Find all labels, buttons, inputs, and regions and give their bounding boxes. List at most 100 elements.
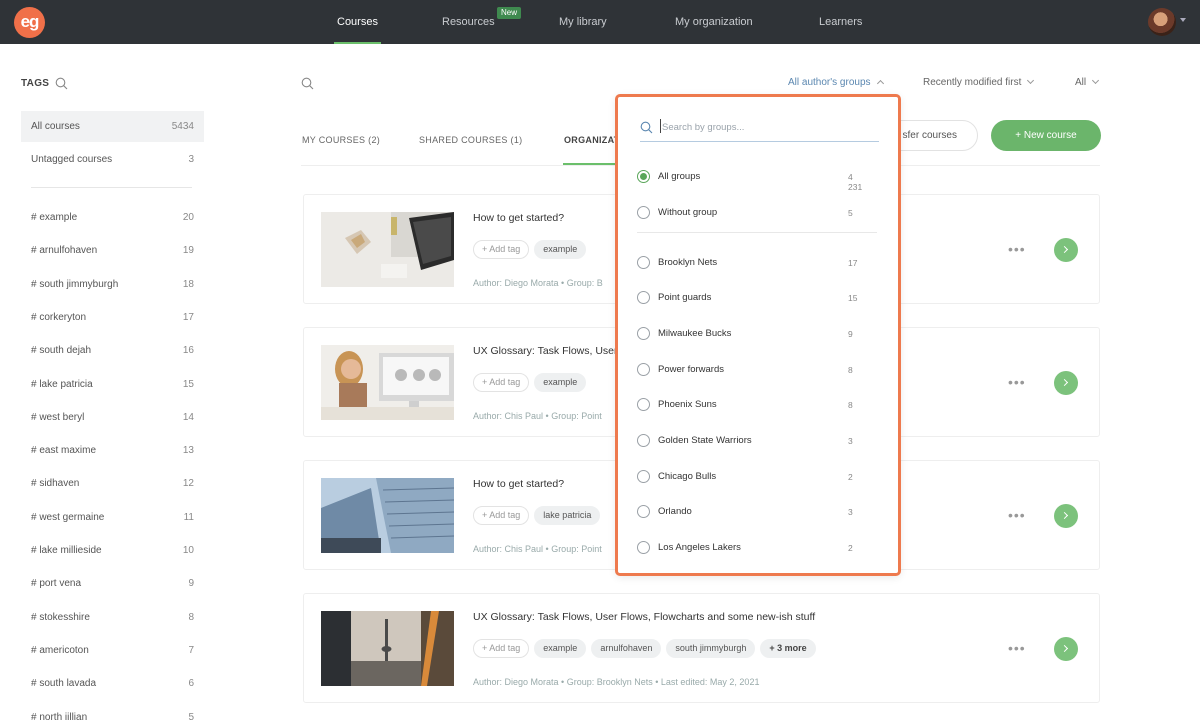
- add-tag-button[interactable]: + Add tag: [473, 639, 530, 658]
- more-tags-chip[interactable]: + 3 more: [760, 639, 816, 658]
- sidebar-tag-item[interactable]: # lake millieside 10: [21, 535, 204, 566]
- group-option-count: 15: [848, 293, 858, 303]
- open-course-button[interactable]: [1054, 637, 1078, 661]
- search-icon[interactable]: [55, 77, 68, 95]
- sidebar-tag-item[interactable]: # lake patricia 15: [21, 369, 204, 400]
- group-option[interactable]: Brooklyn Nets 17: [637, 253, 867, 273]
- course-thumbnail[interactable]: [321, 478, 454, 553]
- course-title[interactable]: How to get started?: [473, 478, 564, 490]
- sidebar-tag-item[interactable]: # americoton 7: [21, 635, 204, 666]
- group-option-label: Point guards: [658, 292, 712, 303]
- sidebar-tag-item[interactable]: # arnulfohaven 19: [21, 235, 204, 266]
- sidebar-tag-item[interactable]: # corkeryton 17: [21, 302, 204, 333]
- sidebar-tag-item[interactable]: # south jimmyburgh 18: [21, 269, 204, 300]
- group-option-count: 9: [848, 329, 853, 339]
- radio-button[interactable]: [637, 541, 650, 554]
- radio-button[interactable]: [637, 327, 650, 340]
- nav-resources[interactable]: Resources: [442, 0, 495, 44]
- course-thumbnail[interactable]: [321, 611, 454, 686]
- tab-shared-courses[interactable]: SHARED COURSES (1): [419, 135, 522, 145]
- add-tag-button[interactable]: + Add tag: [473, 506, 530, 525]
- tab-my-courses[interactable]: MY COURSES (2): [302, 135, 380, 145]
- add-tag-button[interactable]: + Add tag: [473, 240, 530, 259]
- group-option-count: 3: [848, 436, 853, 446]
- nav-learners[interactable]: Learners: [819, 0, 862, 44]
- more-options-icon[interactable]: •••: [1008, 241, 1026, 257]
- sidebar-tag-item[interactable]: # north jillian 5: [21, 702, 204, 720]
- group-option[interactable]: Power forwards 8: [637, 360, 867, 380]
- group-option[interactable]: Phoenix Suns 8: [637, 395, 867, 415]
- tab-organization[interactable]: ORGANIZAT: [564, 135, 620, 145]
- more-options-icon[interactable]: •••: [1008, 640, 1026, 656]
- sidebar-item-count: 15: [182, 378, 194, 390]
- course-meta: Author: Chis Paul • Group: Point: [473, 544, 602, 554]
- radio-button[interactable]: [637, 291, 650, 304]
- sidebar-item-count: 19: [182, 245, 194, 257]
- group-option[interactable]: Point guards 15: [637, 288, 867, 308]
- radio-button[interactable]: [637, 170, 650, 183]
- radio-button[interactable]: [637, 398, 650, 411]
- group-option[interactable]: Without group 5: [637, 203, 867, 223]
- sidebar-item-label: # east maxime: [31, 445, 97, 457]
- group-option[interactable]: Chicago Bulls 2: [637, 467, 867, 487]
- sidebar-tag-item[interactable]: # example 20: [21, 202, 204, 233]
- course-title[interactable]: How to get started?: [473, 212, 564, 224]
- sidebar-item-count: 8: [188, 611, 194, 623]
- sidebar-tag-item[interactable]: # west germaine 11: [21, 502, 204, 533]
- course-thumbnail[interactable]: [321, 212, 454, 287]
- sidebar-tag-item[interactable]: # east maxime 13: [21, 435, 204, 466]
- chevron-down-icon[interactable]: [1180, 18, 1186, 22]
- radio-button[interactable]: [637, 505, 650, 518]
- sidebar-tag-item[interactable]: # west beryl 14: [21, 402, 204, 433]
- course-title[interactable]: UX Glossary: Task Flows, User Flows, Flo…: [473, 611, 815, 623]
- tag-chip[interactable]: lake patricia: [534, 506, 601, 525]
- more-options-icon[interactable]: •••: [1008, 507, 1026, 523]
- radio-button[interactable]: [637, 434, 650, 447]
- status-select[interactable]: All: [1075, 76, 1100, 88]
- group-search-input[interactable]: [662, 117, 872, 137]
- sidebar-tag-item[interactable]: # sidhaven 12: [21, 468, 204, 499]
- nav-my-organization[interactable]: My organization: [675, 0, 753, 44]
- add-tag-button[interactable]: + Add tag: [473, 373, 530, 392]
- sidebar-tag-item[interactable]: # south dejah 16: [21, 335, 204, 366]
- course-card[interactable]: UX Glossary: Task Flows, User Flows, Flo…: [303, 593, 1100, 703]
- group-option[interactable]: Golden State Warriors 3: [637, 431, 867, 451]
- radio-button[interactable]: [637, 470, 650, 483]
- open-course-button[interactable]: [1054, 238, 1078, 262]
- app-logo[interactable]: eg: [14, 7, 45, 38]
- sidebar-item-all-courses[interactable]: All courses 5434: [21, 111, 204, 142]
- search-icon[interactable]: [301, 77, 314, 95]
- tag-chip[interactable]: example: [534, 240, 587, 259]
- sidebar-tag-item[interactable]: # port vena 9: [21, 568, 204, 599]
- radio-button[interactable]: [637, 206, 650, 219]
- group-option[interactable]: Orlando 3: [637, 502, 867, 522]
- tag-chip[interactable]: south jimmyburgh: [666, 639, 756, 658]
- tag-chip[interactable]: example: [534, 373, 587, 392]
- course-title[interactable]: UX Glossary: Task Flows, User: [473, 345, 618, 357]
- course-thumbnail[interactable]: [321, 345, 454, 420]
- nav-courses[interactable]: Courses: [334, 0, 381, 44]
- group-option-label: Brooklyn Nets: [658, 257, 718, 268]
- nav-my-library[interactable]: My library: [559, 0, 607, 44]
- new-course-button[interactable]: + New course: [991, 120, 1101, 151]
- open-course-button[interactable]: [1054, 371, 1078, 395]
- sidebar-tag-item[interactable]: # south lavada 6: [21, 668, 204, 699]
- group-option-count: 2: [848, 472, 853, 482]
- filter-authors-groups[interactable]: All author's groups: [788, 77, 884, 88]
- radio-button[interactable]: [637, 256, 650, 269]
- group-option-label: Chicago Bulls: [658, 471, 717, 482]
- tag-chip[interactable]: arnulfohaven: [591, 639, 662, 658]
- open-course-button[interactable]: [1054, 504, 1078, 528]
- more-options-icon[interactable]: •••: [1008, 374, 1026, 390]
- sidebar-item-untagged-courses[interactable]: Untagged courses 3: [21, 144, 204, 175]
- sort-select[interactable]: Recently modified first: [923, 76, 1035, 88]
- group-option-count: 4 231: [848, 172, 863, 192]
- user-avatar[interactable]: [1148, 8, 1176, 36]
- sidebar-tag-item[interactable]: # stokesshire 8: [21, 602, 204, 633]
- group-option[interactable]: All groups 4 231: [637, 167, 867, 192]
- tag-chip[interactable]: example: [534, 639, 587, 658]
- radio-button[interactable]: [637, 363, 650, 376]
- group-option[interactable]: Los Angeles Lakers 2: [637, 538, 867, 558]
- course-tags: + Add tag example: [473, 240, 587, 259]
- group-option[interactable]: Milwaukee Bucks 9: [637, 324, 867, 344]
